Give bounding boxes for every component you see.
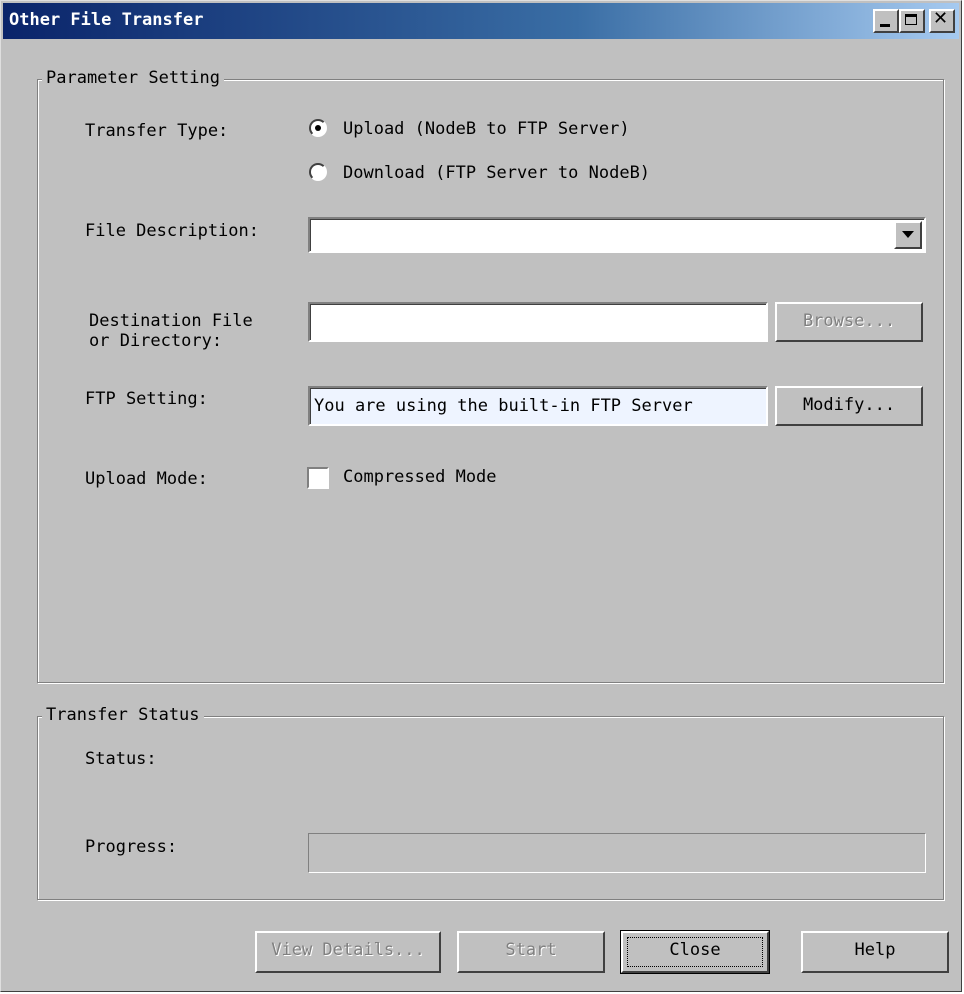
help-label: Help (854, 940, 896, 960)
ftp-setting-field: You are using the built-in FTP Server (308, 386, 768, 426)
upload-radio[interactable] (309, 119, 327, 137)
browse-button-label: Browse... (802, 311, 896, 331)
browse-button[interactable]: Browse... (775, 302, 923, 342)
transfer-status-legend: Transfer Status (42, 705, 204, 725)
window-title: Other File Transfer (9, 10, 204, 30)
progress-bar (308, 833, 926, 873)
transfer-type-label: Transfer Type: (85, 121, 229, 141)
close-window-button[interactable]: ✕ (929, 8, 955, 33)
start-label: Start (505, 940, 557, 960)
destination-label-line2: or Directory: (89, 331, 223, 351)
upload-mode-label: Upload Mode: (85, 469, 208, 489)
progress-label: Progress: (85, 837, 178, 857)
minimize-button[interactable] (873, 9, 899, 33)
file-description-dropdown[interactable] (308, 217, 926, 253)
close-label: Close (669, 940, 721, 960)
maximize-icon (905, 14, 917, 25)
compressed-mode-checkbox[interactable] (307, 467, 329, 489)
dialog-window: Other File Transfer ✕ Parameter Setting … (0, 0, 962, 992)
ftp-setting-label: FTP Setting: (85, 389, 208, 409)
view-details-label: View Details... (271, 940, 425, 960)
download-radio[interactable] (309, 163, 327, 181)
destination-label: Destination File or Directory: (89, 311, 253, 351)
modify-button-label: Modify... (802, 395, 896, 415)
chevron-down-icon (902, 231, 914, 238)
modify-button[interactable]: Modify... (775, 386, 923, 426)
compressed-mode-label[interactable]: Compressed Mode (343, 467, 497, 487)
destination-input[interactable] (308, 302, 768, 342)
minimize-icon (880, 24, 890, 27)
maximize-button[interactable] (899, 9, 925, 33)
dropdown-button[interactable] (894, 221, 922, 249)
start-button[interactable]: Start (457, 931, 605, 973)
status-label: Status: (85, 749, 157, 769)
parameter-setting-legend: Parameter Setting (42, 68, 224, 88)
close-icon: ✕ (933, 8, 949, 29)
view-details-button[interactable]: View Details... (255, 931, 441, 973)
destination-label-line1: Destination File (89, 311, 253, 331)
upload-option-label[interactable]: Upload (NodeB to FTP Server) (343, 119, 630, 139)
title-bar[interactable]: Other File Transfer ✕ (3, 3, 959, 39)
radio-selected-dot (315, 125, 321, 131)
ftp-setting-value: You are using the built-in FTP Server (314, 396, 693, 416)
file-description-label: File Description: (85, 221, 259, 241)
close-button[interactable]: Close (620, 930, 770, 974)
help-button[interactable]: Help (801, 931, 949, 973)
download-option-label[interactable]: Download (FTP Server to NodeB) (343, 163, 650, 183)
